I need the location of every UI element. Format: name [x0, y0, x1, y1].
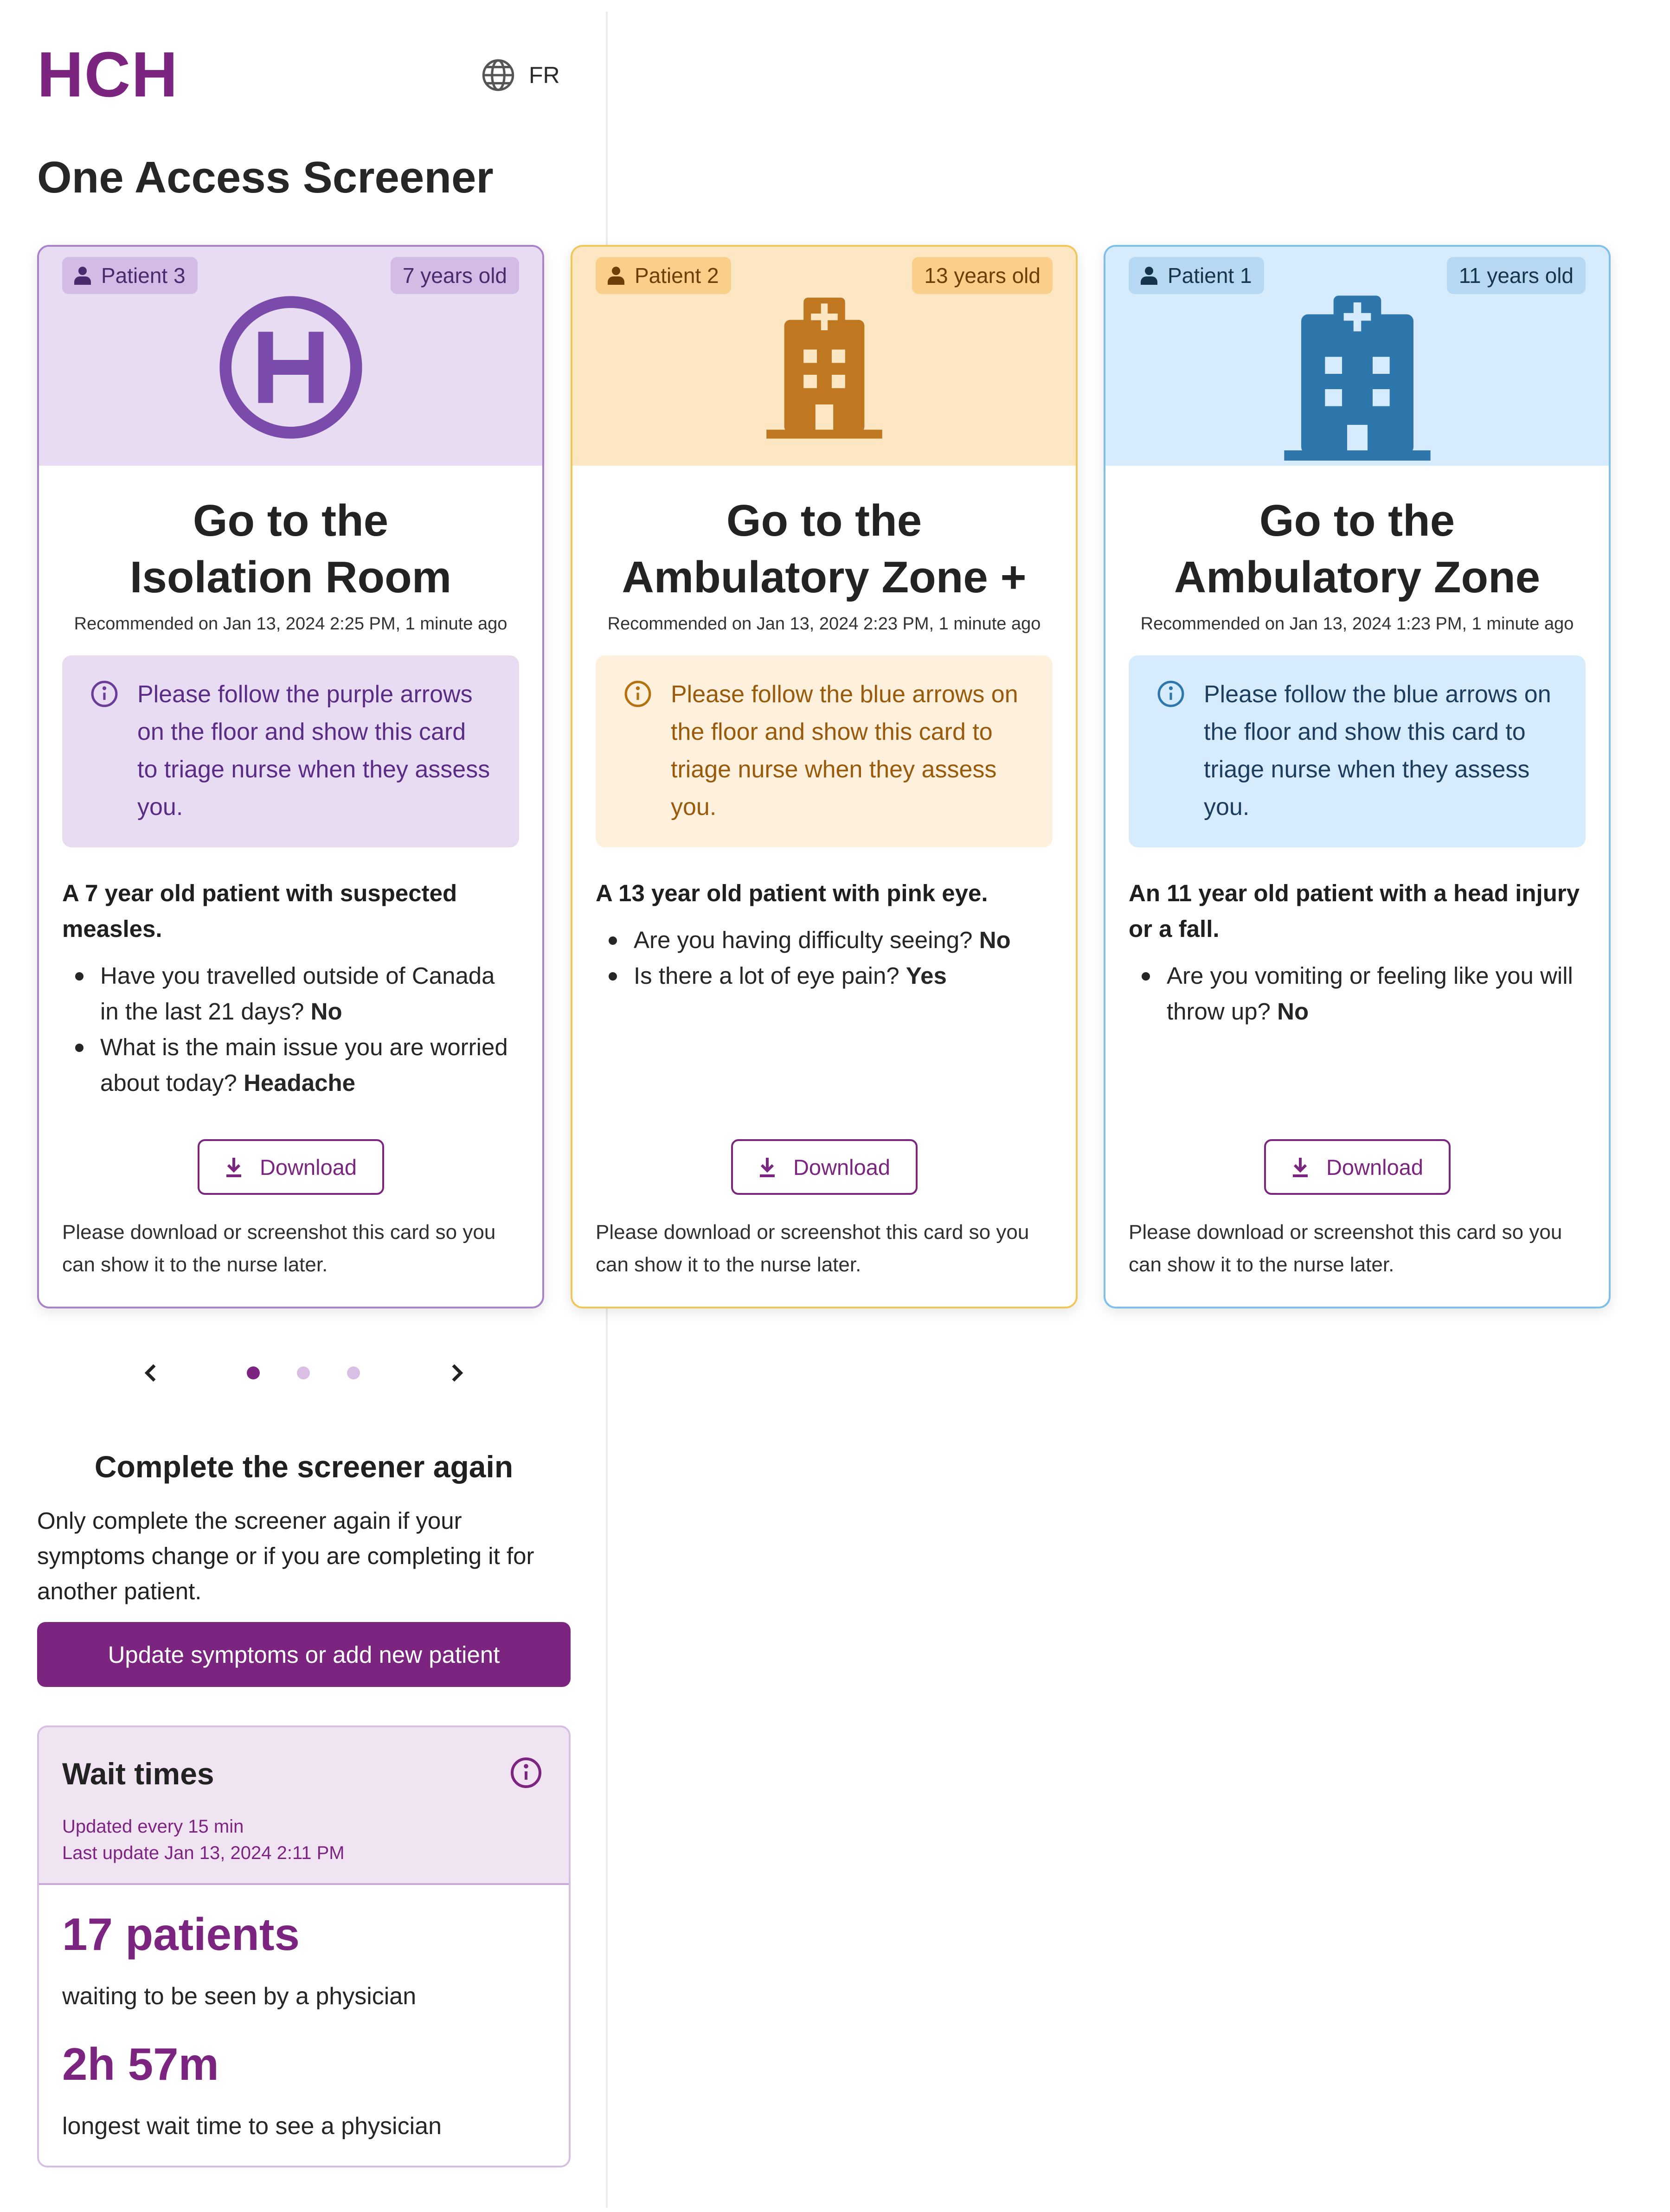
destination-title: Go to the Ambulatory Zone + [622, 496, 1027, 602]
page-title: One Access Screener [37, 153, 494, 202]
download-note: Please download or screenshot this card … [62, 1221, 496, 1276]
complete-again-title: Complete the screener again [94, 1449, 514, 1484]
patient-label: Patient 1 [1168, 263, 1252, 288]
wait-times-title: Wait times [62, 1757, 214, 1791]
person-icon [1141, 267, 1157, 285]
destination-title: Go to the Isolation Room [129, 496, 452, 602]
patient-badge: Patient 1 [1129, 257, 1264, 294]
patient-label: Patient 2 [635, 263, 719, 288]
info-icon [91, 680, 118, 707]
list-item: Are you having difficulty seeing? No [596, 922, 1053, 958]
wait-update-info: Updated every 15 min Last update Jan 13,… [62, 1816, 345, 1863]
language-label: FR [529, 62, 560, 88]
chevron-right-icon[interactable] [443, 1360, 469, 1386]
download-icon [226, 1158, 241, 1177]
answers-list: Are you having difficulty seeing? No Is … [596, 922, 1053, 994]
globe-icon [482, 59, 514, 91]
answers-list: Have you travelled outside of Canada in … [62, 958, 519, 1101]
hospital-building-icon [757, 293, 892, 442]
info-icon [624, 680, 651, 707]
patient-badge: Patient 3 [62, 257, 198, 294]
download-button[interactable]: Download [731, 1139, 918, 1195]
destination-title: Go to the Ambulatory Zone [1174, 496, 1541, 602]
result-card-patient-2: Patient 2 13 years old Go to the Ambulat… [571, 245, 1078, 1308]
result-card-patient-3: Patient 3 7 years old Go to the Isolatio… [37, 245, 544, 1308]
carousel-dot-1[interactable] [247, 1366, 260, 1379]
download-note: Please download or screenshot this card … [1129, 1221, 1562, 1276]
hospital-h-icon [217, 293, 365, 442]
card-header: Patient 3 7 years old [39, 247, 542, 466]
longest-wait-label: longest wait time to see a physician [62, 2113, 442, 2140]
download-icon [759, 1158, 775, 1177]
recommended-timestamp: Recommended on Jan 13, 2024 1:23 PM, 1 m… [1140, 614, 1574, 634]
wait-times-header: Wait times Updated every 15 min Last upd… [39, 1727, 569, 1885]
recommended-timestamp: Recommended on Jan 13, 2024 2:23 PM, 1 m… [607, 614, 1041, 634]
download-button[interactable]: Download [197, 1139, 384, 1195]
patient-badge: Patient 2 [596, 257, 731, 294]
answers-list: Are you vomiting or feeling like you wil… [1129, 958, 1586, 1029]
patients-waiting-label: waiting to be seen by a physician [62, 1983, 417, 2010]
patient-summary: An 11 year old patient with a head injur… [1129, 880, 1580, 942]
list-item: What is the main issue you are worried a… [62, 1029, 519, 1101]
result-card-patient-1: Patient 1 11 years old Go to the Ambulat… [1104, 245, 1611, 1308]
download-button[interactable]: Download [1264, 1139, 1451, 1195]
patients-waiting-count: 17 patients [62, 1909, 300, 1960]
patient-summary: A 13 year old patient with pink eye. [596, 880, 988, 906]
chevron-left-icon[interactable] [138, 1360, 164, 1386]
carousel-dot-3[interactable] [347, 1366, 360, 1379]
patient-summary: A 7 year old patient with suspected meas… [62, 880, 457, 942]
wait-times-panel: Wait times Updated every 15 min Last upd… [37, 1725, 571, 2167]
info-icon [1157, 680, 1184, 707]
hospital-building-icon [1281, 293, 1434, 465]
person-icon [74, 267, 91, 285]
card-header: Patient 1 11 years old [1105, 247, 1609, 466]
instruction-notice: Please follow the blue arrows on the flo… [596, 655, 1053, 847]
list-item: Is there a lot of eye pain? Yes [596, 958, 1053, 994]
update-symptoms-button[interactable]: Update symptoms or add new patient [37, 1622, 571, 1687]
info-icon[interactable] [509, 1756, 543, 1789]
language-toggle[interactable]: FR [481, 58, 560, 93]
longest-wait-value: 2h 57m [62, 2039, 219, 2090]
age-badge: 7 years old [390, 257, 519, 294]
carousel-dot-2[interactable] [297, 1366, 310, 1379]
list-item: Are you vomiting or feeling like you wil… [1129, 958, 1586, 1029]
patient-label: Patient 3 [101, 263, 186, 288]
complete-again-text: Only complete the screener again if your… [37, 1507, 534, 1604]
card-header: Patient 2 13 years old [572, 247, 1076, 466]
download-icon [1292, 1158, 1308, 1177]
carousel-controls [0, 1354, 606, 1391]
age-badge: 11 years old [1446, 257, 1586, 294]
hch-logo[interactable]: HCH [37, 43, 179, 107]
list-item: Have you travelled outside of Canada in … [62, 958, 519, 1029]
instruction-notice: Please follow the blue arrows on the flo… [1129, 655, 1586, 847]
recommended-timestamp: Recommended on Jan 13, 2024 2:25 PM, 1 m… [74, 614, 507, 634]
age-badge: 13 years old [912, 257, 1053, 294]
person-icon [608, 267, 624, 285]
download-note: Please download or screenshot this card … [596, 1221, 1029, 1276]
instruction-notice: Please follow the purple arrows on the f… [62, 655, 519, 847]
